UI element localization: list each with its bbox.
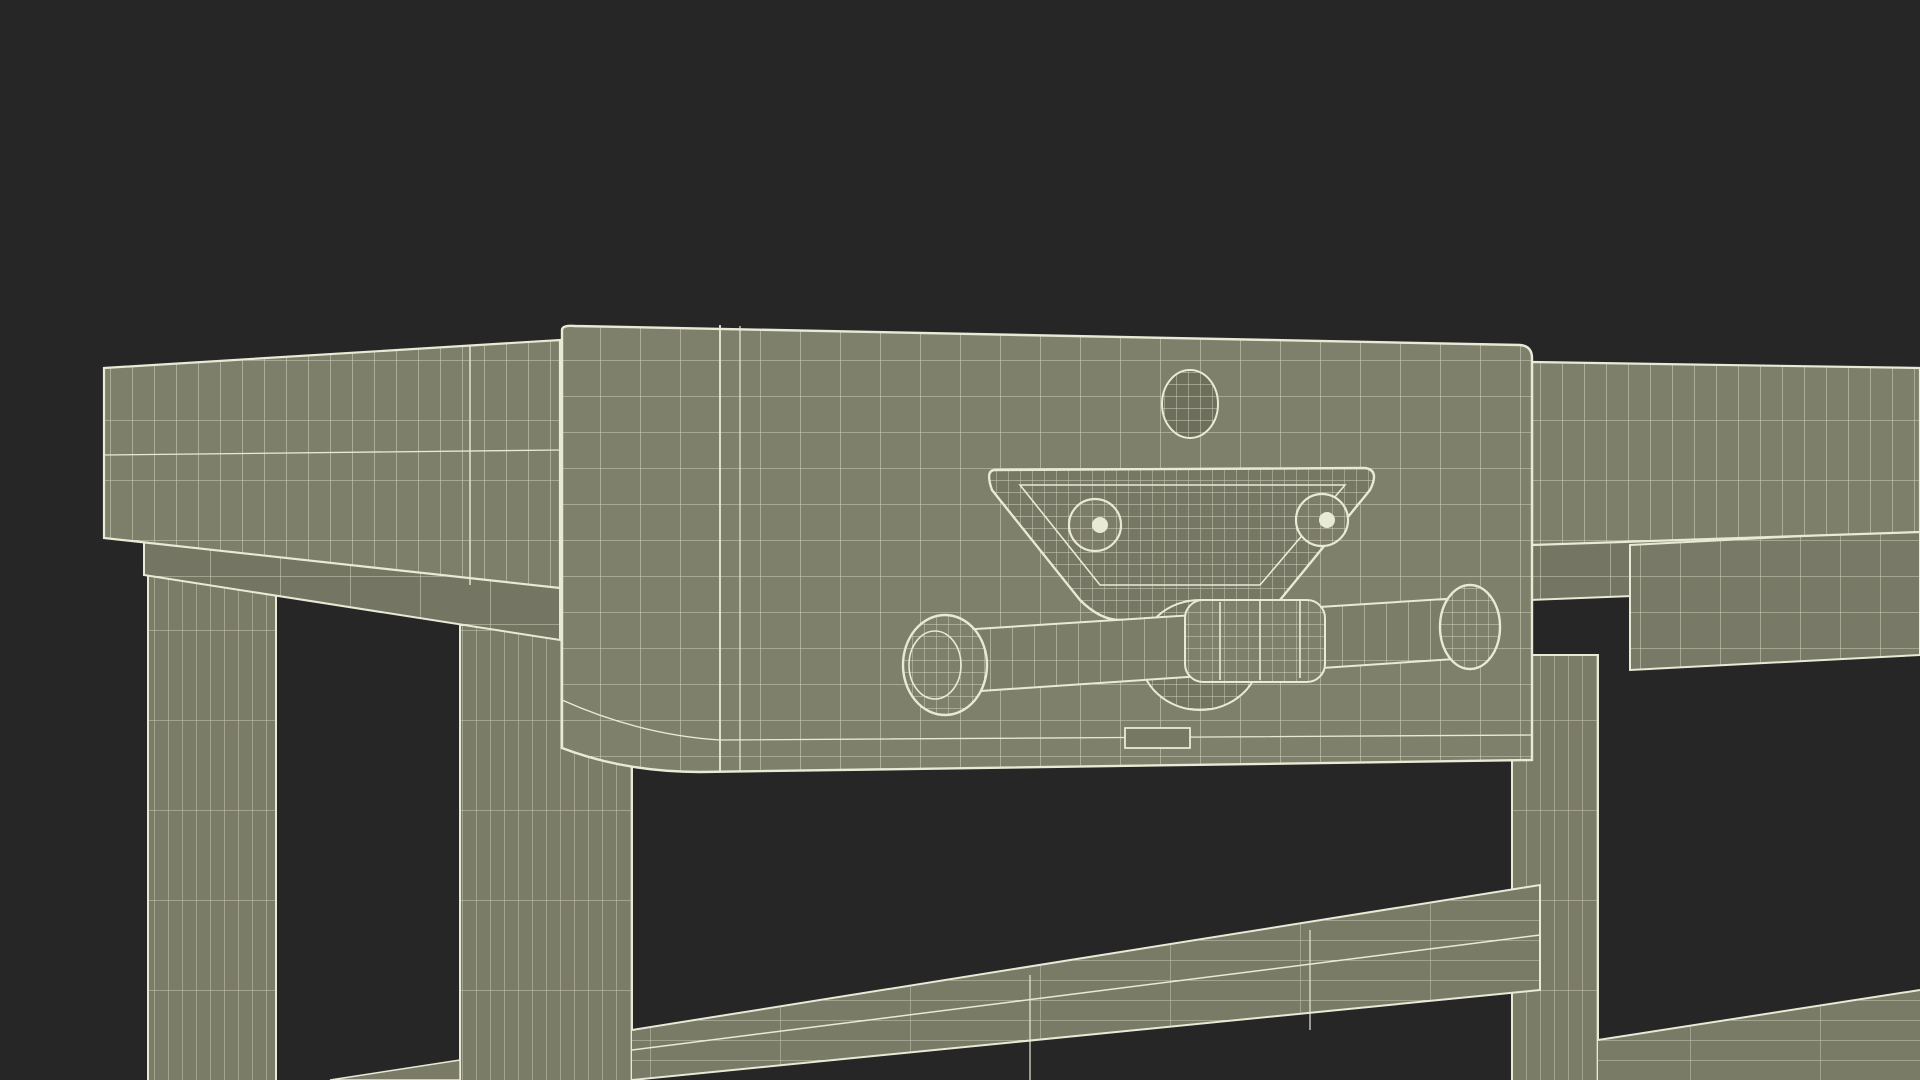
vise-bolt-left xyxy=(1067,497,1123,553)
vise-bolt-right xyxy=(1294,492,1350,548)
vise-guide-block xyxy=(1124,727,1191,749)
left-front-leg xyxy=(147,569,277,1080)
right-bench-top xyxy=(1530,360,1920,547)
workbench-wireframe-render xyxy=(102,324,1920,1080)
lower-stretcher-rail xyxy=(631,883,1541,1080)
front-stretcher-rail xyxy=(1597,989,1920,1080)
dog-hole xyxy=(1161,369,1219,439)
vise-handle-knob-right xyxy=(1438,583,1502,671)
vise-handle-knob-left xyxy=(901,613,989,717)
left-lower-rail-stub xyxy=(329,1059,461,1080)
right-drawer-box xyxy=(1629,528,1920,672)
